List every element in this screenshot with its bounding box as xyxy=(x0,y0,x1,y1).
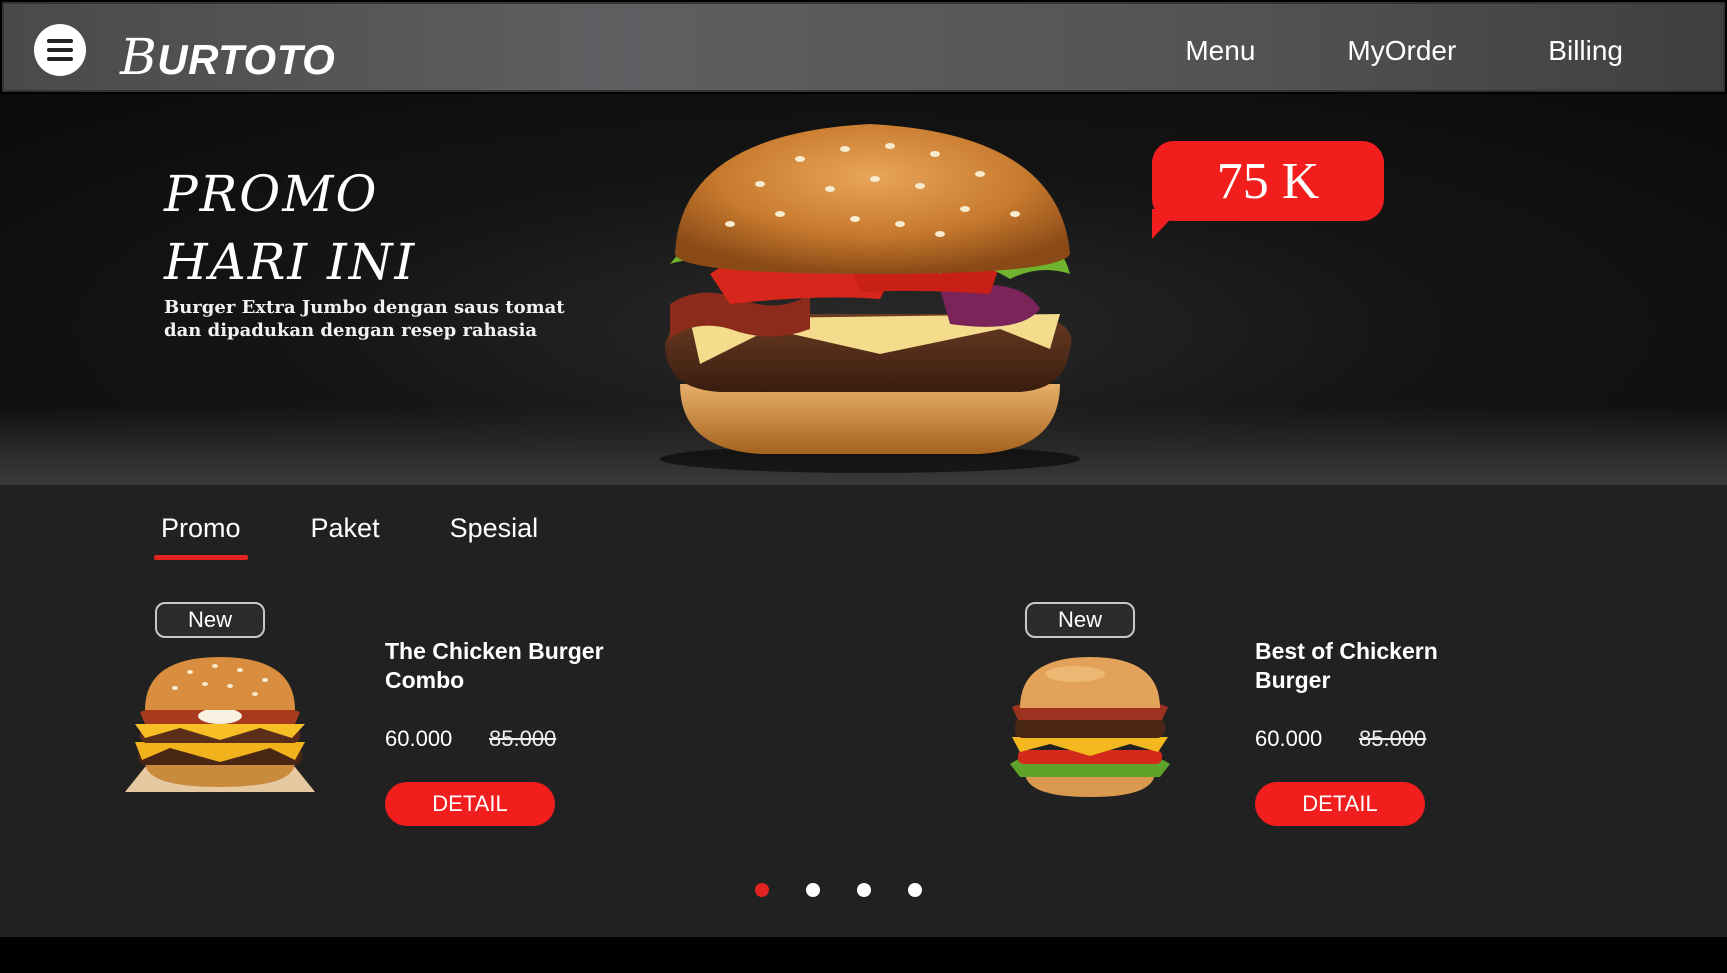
tab-paket[interactable]: Paket xyxy=(304,513,387,560)
category-tabs: Promo Paket Spesial xyxy=(154,513,545,560)
carousel-dot-3[interactable] xyxy=(857,883,871,897)
hero-burger-image xyxy=(660,124,1080,473)
tab-spesial[interactable]: Spesial xyxy=(443,513,546,560)
hero-banner: PROMO HARI INI Burger Extra Jumbo dengan… xyxy=(0,94,1727,485)
carousel-dot-2[interactable] xyxy=(806,883,820,897)
detail-button[interactable]: DETAIL xyxy=(1255,782,1425,826)
price-tag-text: 75 K xyxy=(1216,152,1320,210)
logo-text: URTOTO xyxy=(157,36,336,83)
promo-title: PROMO HARI INI xyxy=(164,160,416,296)
carousel-pagination xyxy=(755,883,922,897)
product-title: Best of Chickern Burger xyxy=(1255,638,1438,693)
product-card: New Best of Chickern Burger 60.000 85.00… xyxy=(990,602,1550,832)
detail-button[interactable]: DETAIL xyxy=(385,782,555,826)
product-card: New The Chicken Burger Combo 60.000 85.0… xyxy=(120,602,680,832)
price-tag-bubble: 75 K xyxy=(1152,141,1384,239)
nav-links: Menu MyOrder Billing xyxy=(1185,35,1623,67)
content-panel: Promo Paket Spesial New The Chicken Burg… xyxy=(0,485,1727,937)
new-badge: New xyxy=(155,602,265,638)
product-price: 60.000 xyxy=(1255,726,1323,751)
nav-link-menu[interactable]: Menu xyxy=(1185,35,1255,67)
hamburger-menu-icon[interactable] xyxy=(34,24,86,76)
product-price: 60.000 xyxy=(385,726,453,751)
promo-title-line2: HARI INI xyxy=(164,233,417,291)
carousel-dot-4[interactable] xyxy=(908,883,922,897)
promo-description: Burger Extra Jumbo dengan saus tomat dan… xyxy=(164,297,565,341)
product-title: The Chicken Burger Combo xyxy=(385,638,604,693)
navbar: BURTOTO Menu MyOrder Billing xyxy=(2,2,1725,92)
chicken-burger-combo-image xyxy=(125,657,315,792)
brand-logo[interactable]: BURTOTO xyxy=(120,28,335,86)
nav-link-myorder[interactable]: MyOrder xyxy=(1347,35,1456,67)
carousel-dot-1[interactable] xyxy=(755,883,769,897)
logo-initial: B xyxy=(120,28,158,86)
promo-title-line1: PROMO xyxy=(164,165,379,223)
nav-link-billing[interactable]: Billing xyxy=(1548,35,1623,67)
new-badge: New xyxy=(1025,602,1135,638)
best-chicken-burger-image xyxy=(1010,657,1170,797)
product-old-price: 85.000 xyxy=(489,726,557,751)
product-old-price: 85.000 xyxy=(1359,726,1427,751)
tab-promo[interactable]: Promo xyxy=(154,513,248,560)
